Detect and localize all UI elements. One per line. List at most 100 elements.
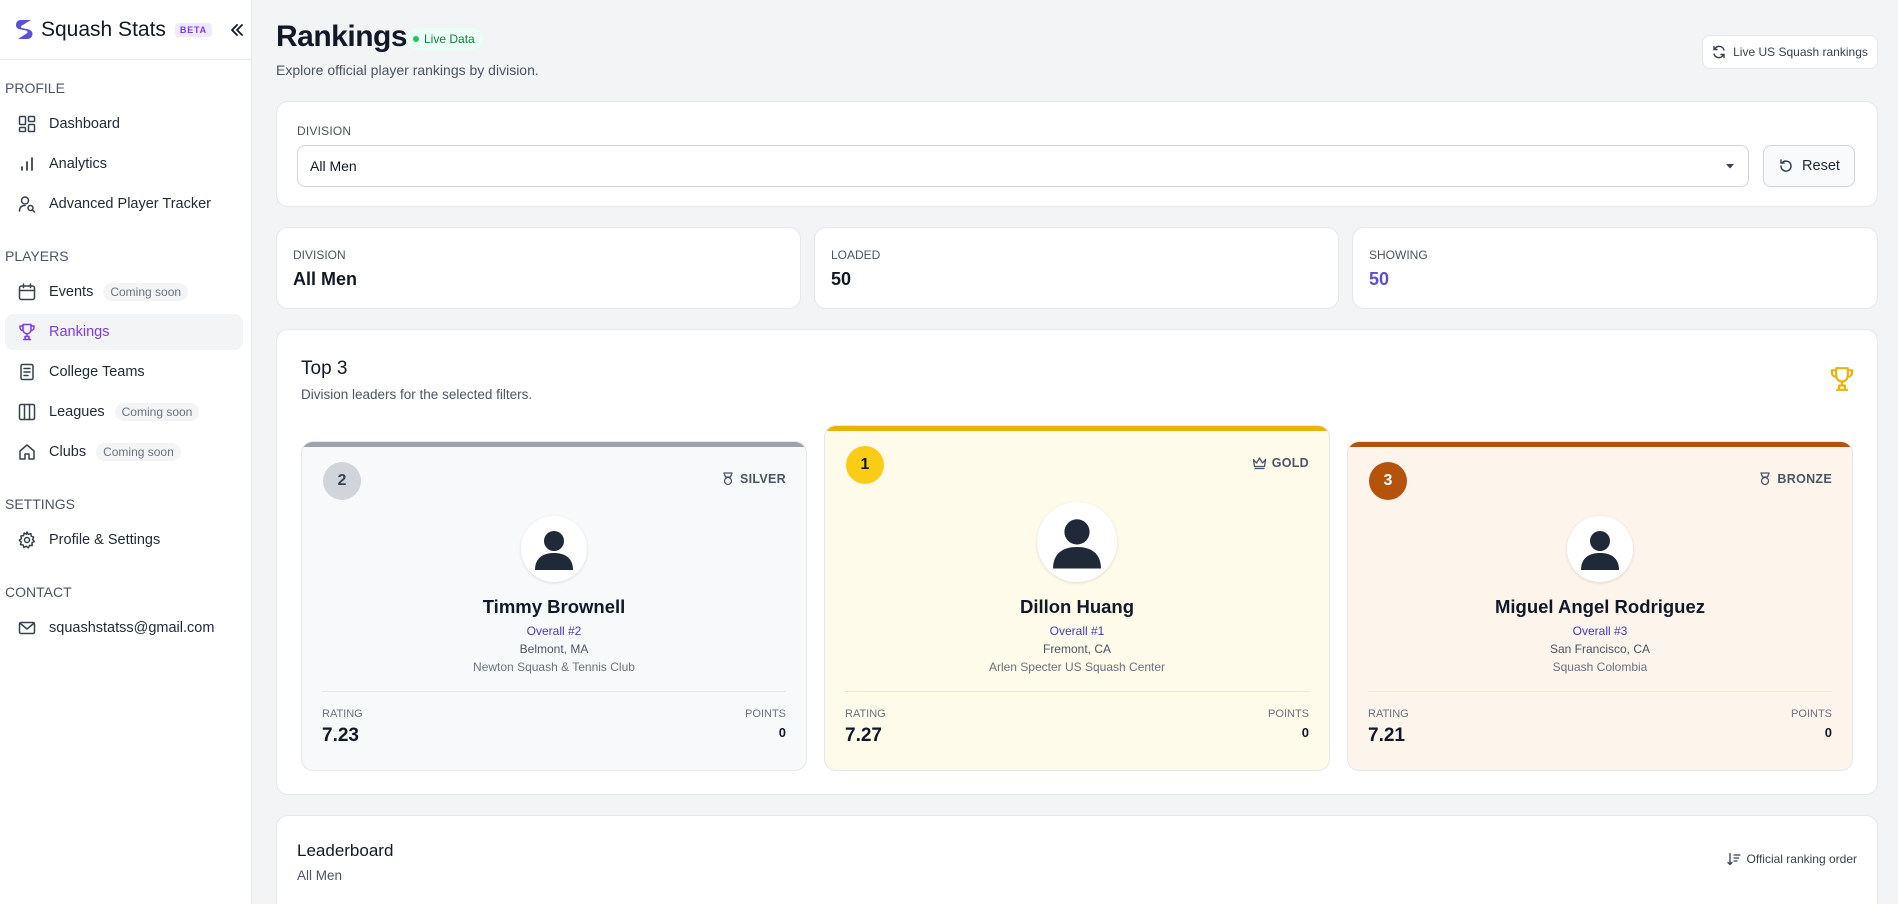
sidebar-item-college-teams[interactable]: College Teams xyxy=(5,354,243,390)
player-card-bronze[interactable]: 3 BRONZE Miguel Angel Rodriguez Overall … xyxy=(1347,441,1853,771)
rating-label: RATING xyxy=(322,708,363,720)
rating-label: RATING xyxy=(845,708,886,720)
sort-icon xyxy=(1726,852,1741,866)
rating-label: RATING xyxy=(1368,708,1409,720)
sidebar-item-dashboard[interactable]: Dashboard xyxy=(5,106,243,142)
sidebar-item-label: College Teams xyxy=(49,364,145,380)
stat-label: SHOWING xyxy=(1369,248,1428,262)
sidebar-item-email[interactable]: squashstatss@gmail.com xyxy=(5,610,243,646)
player-overall-rank: Overall #3 xyxy=(1572,624,1628,638)
division-select-value: All Men xyxy=(310,158,357,174)
live-data-label: Live Data xyxy=(424,32,475,46)
medal-label: SILVER xyxy=(721,472,786,486)
medal-text: BRONZE xyxy=(1777,472,1832,486)
page-subtitle: Explore official player rankings by divi… xyxy=(276,62,539,78)
bar-chart-icon xyxy=(17,154,37,174)
player-card-gold[interactable]: 1 GOLD Dillon Huang Overall #1 Fremont, … xyxy=(824,425,1330,771)
section-contact: CONTACT xyxy=(5,584,72,600)
division-select[interactable]: All Men xyxy=(297,145,1749,187)
points-value: 0 xyxy=(1301,725,1309,740)
squash-stats-logo-icon[interactable] xyxy=(12,16,36,44)
gold-accent-bar xyxy=(825,426,1329,431)
sidebar-item-label: Leagues xyxy=(49,404,105,420)
live-data-badge: Live Data xyxy=(406,28,483,50)
user-search-icon xyxy=(17,194,37,214)
divider xyxy=(322,691,786,692)
sidebar: Squash Stats BETA PROFILE Dashboard Anal… xyxy=(0,0,252,904)
coming-soon-badge: Coming soon xyxy=(103,283,189,301)
coming-soon-badge: Coming soon xyxy=(96,443,181,461)
player-name[interactable]: Timmy Brownell xyxy=(302,596,806,618)
division-filter-label: DIVISION xyxy=(297,124,352,138)
crown-icon xyxy=(1252,457,1266,470)
brand-header: Squash Stats BETA xyxy=(0,0,251,60)
reset-label: Reset xyxy=(1802,158,1840,174)
live-us-squash-rankings-button[interactable]: Live US Squash rankings xyxy=(1702,35,1878,69)
leaderboard-subtitle: All Men xyxy=(297,868,343,883)
sidebar-item-label: Profile & Settings xyxy=(49,532,161,548)
avatar xyxy=(1037,502,1117,582)
stat-value: 50 xyxy=(831,269,852,289)
rating-value: 7.27 xyxy=(845,725,882,746)
sidebar-item-profile-settings[interactable]: Profile & Settings xyxy=(5,522,243,558)
user-silhouette-icon xyxy=(535,531,573,570)
rank-badge: 3 xyxy=(1369,462,1407,500)
stat-label: DIVISION xyxy=(293,248,346,262)
sidebar-item-advanced-player-tracker[interactable]: Advanced Player Tracker xyxy=(5,186,243,222)
reset-icon xyxy=(1780,159,1792,172)
player-club: Squash Colombia xyxy=(1552,660,1648,674)
trophy-icon xyxy=(1829,366,1855,397)
reset-button[interactable]: Reset xyxy=(1763,145,1855,187)
divider xyxy=(1368,691,1832,692)
mail-icon xyxy=(17,618,37,638)
dashboard-icon xyxy=(17,114,37,134)
chevron-down-icon xyxy=(1726,164,1734,169)
sidebar-item-rankings[interactable]: Rankings xyxy=(5,314,243,350)
sidebar-item-label: Rankings xyxy=(49,324,110,340)
calendar-icon xyxy=(17,282,37,302)
stat-value: All Men xyxy=(293,269,358,289)
rating-value: 7.23 xyxy=(322,725,359,746)
player-location: Belmont, MA xyxy=(519,642,589,656)
stat-card-loaded: LOADED 50 xyxy=(814,227,1339,309)
sidebar-item-label: Dashboard xyxy=(49,116,120,132)
medal-text: GOLD xyxy=(1271,456,1309,470)
player-name[interactable]: Dillon Huang xyxy=(825,596,1329,618)
points-label: POINTS xyxy=(1791,708,1832,720)
section-players: PLAYERS xyxy=(5,248,69,264)
player-name[interactable]: Miguel Angel Rodriguez xyxy=(1348,596,1852,618)
sidebar-item-label: Advanced Player Tracker xyxy=(49,196,211,212)
top3-title: Top 3 xyxy=(301,358,348,379)
brand-name[interactable]: Squash Stats xyxy=(41,18,166,42)
points-value: 0 xyxy=(778,725,786,740)
medal-icon xyxy=(1760,472,1771,486)
collapse-sidebar-icon[interactable] xyxy=(226,19,248,41)
player-overall-rank: Overall #2 xyxy=(526,624,582,638)
leaderboard-card: Leaderboard All Men Official ranking ord… xyxy=(276,815,1878,904)
sidebar-item-analytics[interactable]: Analytics xyxy=(5,146,243,182)
player-club: Newton Squash & Tennis Club xyxy=(473,660,635,674)
medal-label: BRONZE xyxy=(1758,472,1832,486)
medal-text: SILVER xyxy=(739,472,786,486)
sidebar-item-leagues[interactable]: Leagues Coming soon xyxy=(5,394,243,430)
sidebar-item-label: Events xyxy=(49,284,94,300)
sidebar-item-label: Clubs xyxy=(49,444,87,460)
sidebar-item-events[interactable]: Events Coming soon xyxy=(5,274,243,310)
stat-label: LOADED xyxy=(831,248,881,262)
player-location: San Francisco, CA xyxy=(1549,642,1651,656)
avatar xyxy=(1567,516,1633,582)
points-label: POINTS xyxy=(745,708,786,720)
stat-card-division: DIVISION All Men xyxy=(276,227,801,309)
ranking-order-indicator[interactable]: Official ranking order xyxy=(1726,852,1858,866)
sidebar-item-clubs[interactable]: Clubs Coming soon xyxy=(5,434,243,470)
ranking-order-label: Official ranking order xyxy=(1746,852,1858,866)
refresh-icon xyxy=(1713,45,1725,59)
beta-badge: BETA xyxy=(174,22,212,37)
player-location: Fremont, CA xyxy=(1042,642,1111,656)
player-club: Arlen Specter US Squash Center xyxy=(988,660,1166,674)
player-card-silver[interactable]: 2 SILVER Timmy Brownell Overall #2 Belmo… xyxy=(301,441,807,771)
points-value: 0 xyxy=(1824,725,1832,740)
gear-icon xyxy=(17,530,37,550)
live-us-squash-rankings-label: Live US Squash rankings xyxy=(1733,45,1868,59)
columns-icon xyxy=(17,402,37,422)
